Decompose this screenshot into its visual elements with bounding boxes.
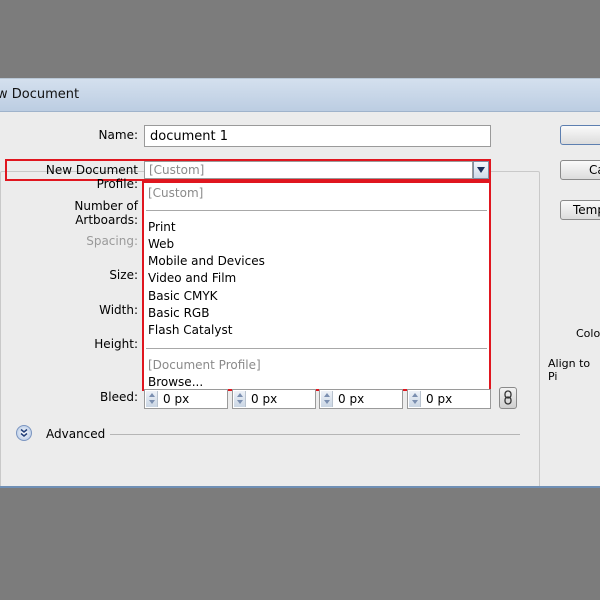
artboards-label: Number of Artboards: [74, 199, 138, 227]
stepper-icon[interactable] [234, 391, 246, 407]
dialog-titlebar[interactable]: w Document [0, 79, 600, 112]
dropdown-item-video[interactable]: Video and Film [148, 271, 236, 285]
triangle-down-icon[interactable] [473, 161, 489, 179]
bleed-label: Bleed: [100, 390, 138, 404]
bleed-bottom-value: 0 px [251, 392, 278, 406]
dropdown-item-rgb[interactable]: Basic RGB [148, 306, 209, 320]
dialog-title: w Document [0, 87, 80, 102]
dropdown-item-browse[interactable]: Browse... [148, 375, 203, 389]
dropdown-item-cmyk[interactable]: Basic CMYK [148, 289, 218, 303]
width-label: Width: [99, 303, 138, 317]
dropdown-item-document-profile[interactable]: [Document Profile] [148, 358, 261, 372]
height-label: Height: [94, 337, 138, 351]
link-chain-icon[interactable] [499, 387, 517, 409]
advanced-divider [110, 434, 520, 435]
dropdown-separator [146, 348, 487, 349]
bleed-right-value: 0 px [426, 392, 453, 406]
dropdown-item-print[interactable]: Print [148, 220, 176, 234]
stepper-icon[interactable] [409, 391, 421, 407]
profile-select[interactable]: [Custom] [144, 161, 473, 179]
advanced-label[interactable]: Advanced [46, 427, 105, 441]
dropdown-item-flash[interactable]: Flash Catalyst [148, 323, 232, 337]
dropdown-item-web[interactable]: Web [148, 237, 174, 251]
dropdown-item-custom[interactable]: [Custom] [148, 186, 203, 200]
cancel-button[interactable]: Ca [560, 160, 600, 180]
double-chevron-down-icon[interactable] [16, 425, 32, 441]
stepper-icon[interactable] [321, 391, 333, 407]
size-label: Size: [109, 268, 138, 282]
align-to-pixel-label: Align to Pi [548, 357, 591, 383]
profile-label: New Document Profile: [45, 163, 138, 191]
bleed-right-field[interactable]: 0 px [407, 389, 491, 409]
dropdown-separator [146, 210, 487, 211]
profile-dropdown-list: [Custom] Print Web Mobile and Devices Vi… [142, 181, 491, 391]
bleed-left-value: 0 px [338, 392, 365, 406]
bleed-top-field[interactable]: 0 px [144, 389, 228, 409]
name-label: Name: [98, 128, 138, 142]
ok-button[interactable] [560, 125, 600, 145]
dropdown-item-mobile[interactable]: Mobile and Devices [148, 254, 265, 268]
templates-button[interactable]: Temp [560, 200, 600, 220]
bleed-left-field[interactable]: 0 px [319, 389, 403, 409]
bleed-top-value: 0 px [163, 392, 190, 406]
spacing-label: Spacing: [86, 234, 138, 248]
color-mode-label: Colo [576, 327, 600, 340]
stepper-icon[interactable] [146, 391, 158, 407]
name-input[interactable]: document 1 [144, 125, 491, 147]
bleed-bottom-field[interactable]: 0 px [232, 389, 316, 409]
